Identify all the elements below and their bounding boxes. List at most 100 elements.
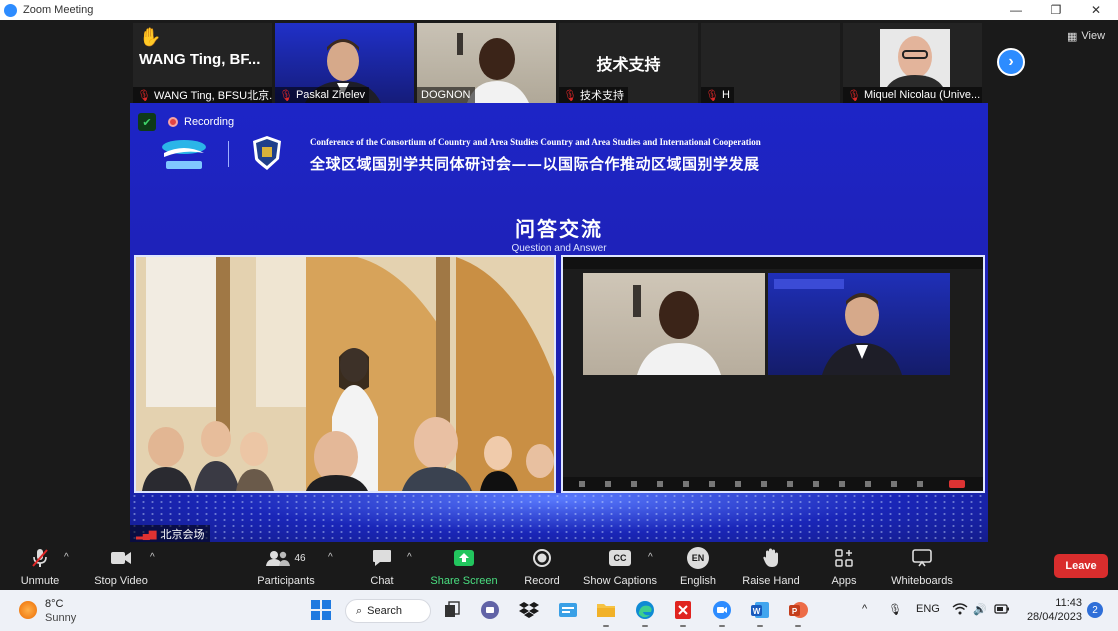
captions-icon: CC (609, 547, 631, 569)
participants-icon: 46 (266, 547, 306, 569)
input-language[interactable]: ENG (916, 603, 940, 615)
video-options-caret[interactable]: ^ (150, 552, 155, 563)
start-button[interactable] (309, 598, 333, 622)
raise-hand-button[interactable]: Raise Hand (742, 547, 800, 587)
next-page-button[interactable]: › (997, 48, 1025, 76)
participant-name-label: 🎙 H (701, 87, 734, 103)
taskbar-search[interactable]: ⌕ Search (345, 599, 431, 623)
participants-button[interactable]: 46 Participants (257, 547, 315, 587)
chat-bubble-icon (372, 547, 392, 569)
news-app-icon[interactable] (556, 598, 580, 622)
minimize-button[interactable]: — (996, 0, 1036, 20)
conference-title-cn: 全球区域国别学共同体研讨会——以国际合作推动区域国别学发展 (310, 155, 760, 173)
university-emblem (253, 136, 281, 170)
powerpoint-icon[interactable]: P (786, 598, 810, 627)
teams-chat-icon[interactable] (478, 598, 502, 622)
share-screen-button[interactable]: Share Screen (430, 547, 498, 587)
apps-icon (835, 547, 853, 569)
participant-thumbnail[interactable]: 🎙 H (701, 23, 840, 103)
grid-icon: ▦ (1066, 30, 1078, 43)
weather-temperature[interactable]: 8°C (45, 598, 63, 610)
view-button[interactable]: ▦ View (1062, 27, 1110, 45)
whiteboards-label: Whiteboards (891, 575, 953, 587)
volume-icon[interactable]: 🔊 (973, 603, 987, 616)
system-clock[interactable]: 11:43 28/04/2023 (1020, 596, 1082, 624)
captions-options-caret[interactable]: ^ (648, 552, 653, 563)
task-view-icon[interactable] (440, 598, 464, 622)
search-icon: ⌕ (356, 604, 363, 617)
dropbox-icon[interactable] (517, 598, 541, 622)
edge-browser-icon[interactable] (633, 598, 657, 627)
microphone-tray-icon[interactable]: 🎙 (888, 603, 902, 616)
meeting-controls: Unmute ^ Stop Video ^ 46 Participants ^ … (0, 542, 1118, 590)
whiteboards-button[interactable]: Whiteboards (890, 547, 954, 587)
stop-video-label: Stop Video (94, 575, 148, 587)
pdf-reader-icon[interactable] (671, 598, 695, 627)
record-label: Record (524, 575, 560, 587)
share-screen-label: Share Screen (430, 575, 498, 587)
participant-name: DOGNON (421, 89, 471, 101)
close-button[interactable]: ✕ (1076, 0, 1116, 20)
conference-title-en: Conference of the Consortium of Country … (310, 137, 761, 147)
english-button[interactable]: EN English (676, 547, 720, 587)
apps-button[interactable]: Apps (828, 547, 860, 587)
show-captions-button[interactable]: CC Show Captions (582, 547, 658, 587)
participant-name: Miquel Nicolau (Unive... (863, 89, 981, 101)
muted-mic-icon: 🎙 (847, 89, 861, 102)
title-bar: Zoom Meeting — ❐ ✕ (0, 0, 1118, 20)
participant-big-name: 技术支持 (596, 57, 661, 74)
weather-sun-icon[interactable] (19, 601, 37, 619)
muted-mic-icon: 🎙 (705, 89, 719, 102)
wifi-icon[interactable] (952, 603, 968, 618)
muted-mic-icon (31, 547, 49, 569)
notification-badge[interactable]: 2 (1087, 602, 1103, 618)
restore-button[interactable]: ❐ (1036, 0, 1076, 20)
svg-text:P: P (792, 607, 798, 616)
venue-name: 北京会场 (160, 529, 205, 541)
recording-indicator[interactable]: Recording (168, 113, 234, 131)
zoom-taskbar-icon[interactable] (710, 598, 734, 627)
video-camera-icon (110, 547, 132, 569)
view-label: View (1081, 30, 1106, 42)
logo-divider (228, 141, 229, 167)
english-label: English (679, 575, 717, 587)
apps-label: Apps (831, 575, 857, 587)
meeting-area: ✋ WANG Ting, BF... 🎙 WANG Ting, BFSU北京...… (0, 20, 1118, 543)
windows-taskbar: 8°C Sunny ⌕ Search W P ^ 🎙 ENG 🔊 11:43 2… (0, 590, 1118, 631)
file-explorer-icon[interactable] (594, 598, 618, 627)
remote-window-toolbar (563, 477, 983, 491)
stop-video-button[interactable]: Stop Video (93, 547, 149, 587)
participant-name: 技术支持 (579, 90, 624, 102)
record-icon (532, 547, 552, 569)
participant-thumbnail[interactable]: DOGNON (417, 23, 556, 103)
unmute-button[interactable]: Unmute (18, 547, 62, 587)
recording-dot-icon (168, 117, 178, 127)
participant-big-name: WANG Ting, BF... (139, 51, 261, 68)
leave-button[interactable]: Leave (1054, 554, 1108, 578)
muted-mic-icon: 🎙 (563, 89, 577, 102)
record-button[interactable]: Record (522, 547, 562, 587)
qa-heading-en: Question and Answer (511, 243, 607, 254)
participant-thumbnail[interactable]: 🎙 Miquel Nicolau (Unive... (843, 23, 982, 103)
tray-overflow-icon[interactable]: ^ (862, 603, 867, 615)
venue-video-panel (134, 255, 556, 493)
participant-thumbnail[interactable]: 🎙 Paskal Zhelev (275, 23, 414, 103)
chat-button[interactable]: Chat (366, 547, 398, 587)
battery-icon[interactable] (994, 603, 1010, 618)
security-shield-icon[interactable]: ✔ (138, 113, 156, 131)
participant-thumbnail[interactable]: 技术支持 🎙 技术支持 (559, 23, 698, 103)
audio-options-caret[interactable]: ^ (64, 552, 69, 563)
chat-options-caret[interactable]: ^ (407, 552, 412, 563)
weather-condition[interactable]: Sunny (45, 612, 76, 624)
participant-thumbnail[interactable]: ✋ WANG Ting, BF... 🎙 WANG Ting, BFSU北京... (133, 23, 272, 103)
participant-name-label: DOGNON (417, 87, 475, 103)
participant-name: WANG Ting, BFSU北京... (153, 90, 272, 102)
clock-date: 28/04/2023 (1026, 611, 1082, 623)
chat-label: Chat (370, 575, 394, 587)
qa-heading-cn: 问答交流 (515, 219, 603, 241)
participants-options-caret[interactable]: ^ (328, 552, 333, 563)
participants-label: Participants (257, 575, 315, 587)
hand-icon (763, 547, 779, 569)
remote-participant-video (583, 273, 765, 375)
word-icon[interactable]: W (748, 598, 772, 627)
